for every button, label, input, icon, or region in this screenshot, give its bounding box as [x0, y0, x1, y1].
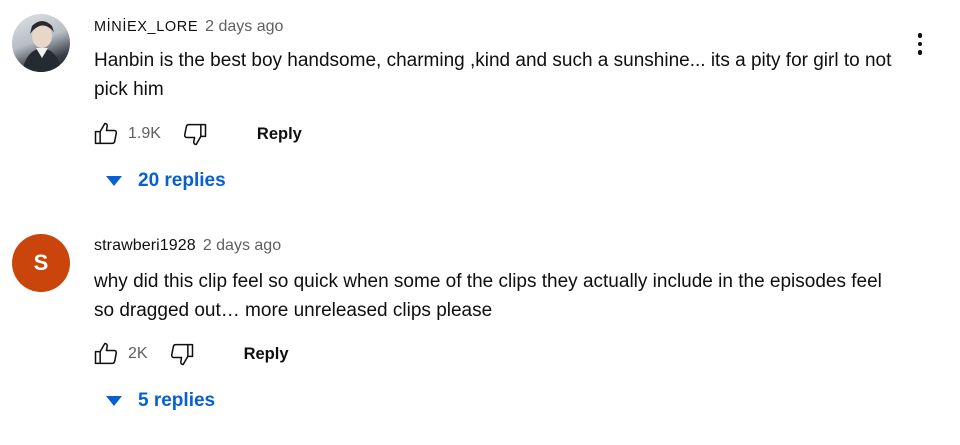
like-button[interactable]	[90, 338, 122, 370]
dislike-button[interactable]	[166, 338, 198, 370]
thumbs-down-icon	[170, 343, 193, 366]
comment-author[interactable]: strawberi1928	[94, 237, 196, 255]
reply-button[interactable]: Reply	[234, 339, 299, 370]
comment-text: Hanbin is the best boy handsome, charmin…	[94, 50, 892, 100]
caret-down-icon	[106, 396, 122, 406]
comment-timestamp[interactable]: 2 days ago	[203, 237, 281, 255]
caret-down-icon	[106, 176, 122, 186]
replies-count-label: 5 replies	[138, 390, 216, 411]
replies-count-label: 20 replies	[138, 170, 226, 191]
more-vert-icon-dot	[917, 41, 923, 47]
thumbs-down-icon	[183, 123, 207, 146]
more-actions-button[interactable]	[904, 28, 936, 60]
view-replies-button[interactable]: 20 replies	[98, 170, 226, 192]
more-vert-icon	[917, 33, 923, 38]
avatar-initial: S	[33, 250, 49, 275]
comment-thread: MİNİEX_LORE 2 days ago Hanbin is the bes…	[0, 0, 960, 222]
avatar[interactable]	[12, 14, 70, 72]
user-photo-icon	[22, 21, 62, 72]
reply-button[interactable]: Reply	[247, 119, 312, 150]
view-replies-button[interactable]: 5 replies	[98, 390, 215, 412]
thumbs-up-icon	[94, 122, 118, 145]
like-count: 2K	[128, 345, 148, 362]
comment-header: strawberi1928 2 days ago	[94, 237, 281, 255]
like-button[interactable]	[90, 118, 122, 150]
avatar[interactable]: S	[12, 234, 70, 292]
dislike-button[interactable]	[179, 118, 211, 150]
comment-author[interactable]: MİNİEX_LORE	[94, 19, 198, 35]
more-vert-icon-dot	[917, 50, 923, 55]
comment-text: why did this clip feel so quick when som…	[94, 271, 882, 321]
comment-header: MİNİEX_LORE 2 days ago	[94, 18, 283, 36]
comment-timestamp[interactable]: 2 days ago	[205, 18, 283, 36]
comment-thread: S strawberi1928 2 days ago why did this …	[0, 222, 960, 445]
comment-actions: 2K Reply	[90, 338, 299, 370]
comment-actions: 1.9K Reply	[90, 118, 312, 150]
thumbs-up-icon	[94, 342, 118, 365]
like-count: 1.9K	[128, 125, 161, 142]
